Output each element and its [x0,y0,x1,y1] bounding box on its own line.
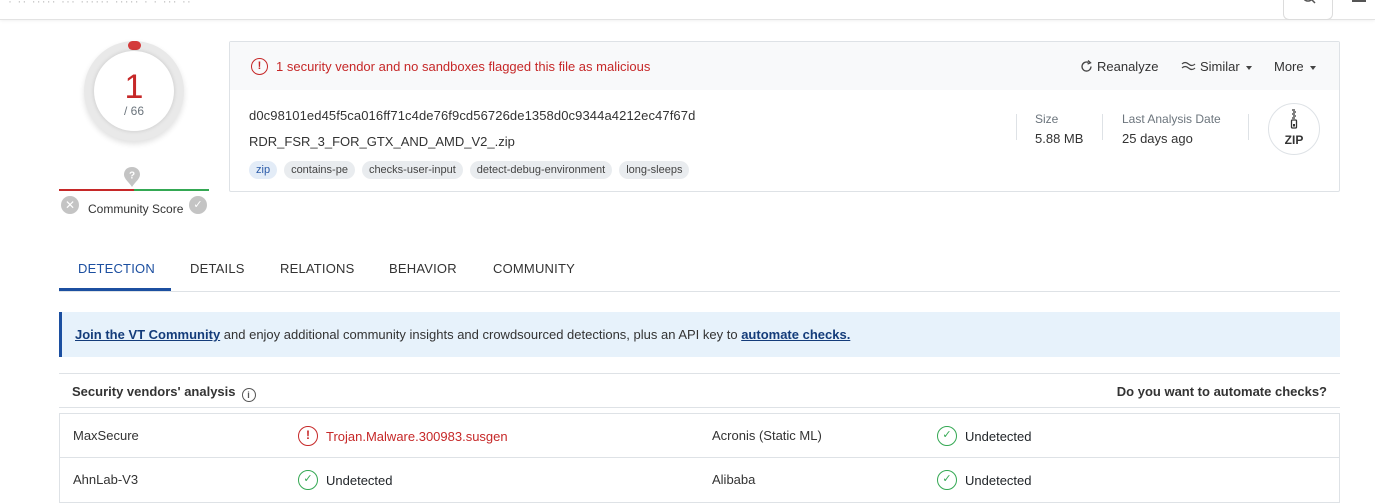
alert-icon: ! [251,58,268,75]
detection-label: Undetected [326,472,393,488]
alert-message: 1 security vendor and no sandboxes flagg… [276,59,651,74]
detection-label: Undetected [965,472,1032,488]
truncated-header-text: · ·· ····· ··· ······ ····· · · ··· ·· [8,0,192,8]
svg-text:?: ? [129,171,135,182]
divider [1248,114,1249,140]
search-button[interactable] [1283,0,1333,20]
automate-checks-link[interactable]: automate checks. [741,327,850,342]
automate-checks-prompt[interactable]: Do you want to automate checks? [1117,384,1327,399]
size-value: 5.88 MB [1035,131,1084,146]
score-gauge-indicator [128,41,141,50]
tab-relations[interactable]: RELATIONS [280,261,355,276]
vote-malicious-icon[interactable]: ✕ [61,196,79,214]
file-type-label: ZIP [1284,133,1304,147]
tag-detect-debug-environment[interactable]: detect-debug-environment [469,161,613,179]
vendor-result: ✓ Undetected [937,470,1032,490]
banner-message: and enjoy additional community insights … [220,327,742,342]
top-bar: · ·· ····· ··· ······ ····· · · ··· ·· [0,0,1375,20]
table-row: AhnLab-V3 ✓ Undetected Alibaba ✓ Undetec… [59,458,1340,503]
file-hash[interactable]: d0c98101ed45f5ca016ff71c4de76f9cd56726de… [249,108,695,123]
zip-file-icon [1290,109,1298,129]
tag-list: zip contains-pe checks-user-input detect… [249,161,690,179]
menu-icon [1352,0,1366,2]
tab-details[interactable]: DETAILS [190,261,245,276]
info-icon[interactable]: i [241,388,256,402]
report-tabs: DETECTION DETAILS RELATIONS BEHAVIOR COM… [59,252,1340,292]
size-label: Size [1035,112,1059,126]
reanalyze-label: Reanalyze [1097,59,1159,74]
chevron-down-icon [1309,65,1316,70]
community-score-unknown-icon: ? [124,167,140,187]
last-analysis-value: 25 days ago [1122,131,1193,146]
undetected-check-icon: ✓ [937,470,957,490]
tag-checks-user-input[interactable]: checks-user-input [361,161,463,179]
detection-score-gauge: 1 / 66 [84,41,184,141]
community-banner: Join the VT Community and enjoy addition… [59,312,1340,357]
menu-button[interactable] [1350,0,1370,18]
vendor-name: Alibaba [712,472,756,487]
refresh-icon [1081,60,1092,72]
vendor-result: ✓ Undetected [937,426,1032,446]
similar-label: Similar [1200,59,1240,74]
more-dropdown[interactable]: More [1274,59,1316,74]
detection-label[interactable]: Trojan.Malware.300983.susgen [326,429,508,444]
analysis-title-text: Security vendors' analysis [72,384,236,399]
tab-detection[interactable]: DETECTION [78,261,155,276]
community-score-bar-negative [59,189,134,191]
detection-label: Undetected [965,428,1032,444]
divider [1016,114,1017,140]
analysis-header: Security vendors' analysis i Do you want … [59,373,1340,408]
file-summary-card: ! 1 security vendor and no sandboxes fla… [229,41,1340,192]
reanalyze-button[interactable]: Reanalyze [1080,59,1158,74]
detection-count: 1 [124,68,144,106]
tab-behavior[interactable]: BEHAVIOR [389,261,457,276]
undetected-check-icon: ✓ [937,426,957,446]
malicious-icon: ! [298,426,318,446]
active-tab-indicator [59,288,171,291]
engine-total: / 66 [123,104,144,118]
last-analysis-label: Last Analysis Date [1122,112,1221,126]
tag-long-sleeps[interactable]: long-sleeps [619,161,690,179]
tab-community[interactable]: COMMUNITY [493,261,575,276]
table-row: MaxSecure ! Trojan.Malware.300983.susgen… [59,413,1340,458]
alert-header: ! 1 security vendor and no sandboxes fla… [230,42,1339,90]
vendor-name: Acronis (Static ML) [712,428,822,443]
vendor-result: ✓ Undetected [298,470,393,490]
search-icon [1303,0,1316,4]
file-type-badge: ZIP [1268,103,1320,155]
chevron-down-icon [1245,65,1252,70]
analysis-title: Security vendors' analysis i [72,384,256,402]
more-label: More [1274,59,1304,74]
undetected-check-icon: ✓ [298,470,318,490]
community-score-label: Community Score [88,202,184,216]
tag-zip[interactable]: zip [249,161,278,179]
tag-contains-pe[interactable]: contains-pe [284,161,355,179]
vendor-name: AhnLab-V3 [73,472,139,487]
similar-dropdown[interactable]: Similar [1181,59,1252,74]
banner-text: Join the VT Community and enjoy addition… [75,327,850,342]
similar-icon [1181,61,1196,71]
vote-harmless-icon[interactable]: ✓ [189,196,207,214]
file-name: RDR_FSR_3_FOR_GTX_AND_AMD_V2_.zip [249,134,515,149]
vendor-result: ! Trojan.Malware.300983.susgen [298,426,508,446]
divider [1102,114,1103,140]
community-score-bar-positive [134,189,209,191]
vendor-name: MaxSecure [73,428,139,443]
join-community-link[interactable]: Join the VT Community [75,327,220,342]
